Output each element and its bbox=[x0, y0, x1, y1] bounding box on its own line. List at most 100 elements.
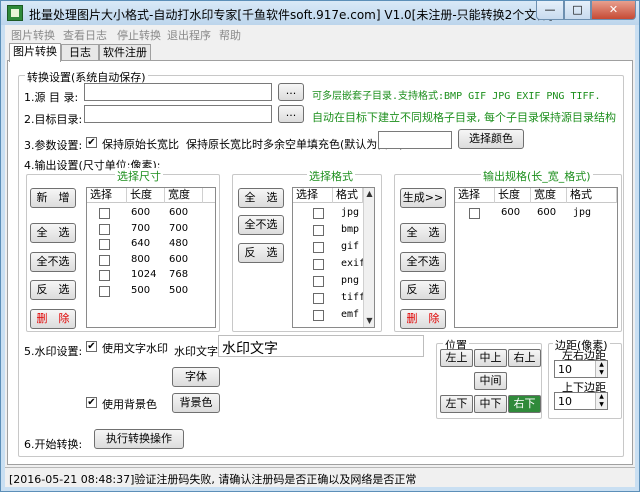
position-bottom-center-button[interactable]: 中下 bbox=[474, 395, 507, 413]
spec-select-all-button[interactable]: 全 选 bbox=[400, 223, 446, 243]
spec-select-none-button[interactable]: 全不选 bbox=[400, 252, 446, 272]
format-row-name: png bbox=[341, 275, 360, 286]
scroll-up-icon[interactable]: ▲ bbox=[364, 188, 374, 199]
bg-color-button[interactable]: 背景色 bbox=[172, 393, 220, 413]
format-list-scrollbar[interactable]: ▲ ▼ bbox=[363, 188, 374, 327]
minimize-button[interactable]: — bbox=[536, 1, 564, 20]
param-settings-label: 3.参数设置: bbox=[24, 139, 83, 152]
spec-col-format[interactable]: 格式 bbox=[567, 188, 617, 203]
format-row-checkbox[interactable] bbox=[313, 310, 324, 321]
format-invert-button[interactable]: 反 选 bbox=[238, 243, 284, 263]
size-select-all-button[interactable]: 全 选 bbox=[30, 223, 76, 243]
size-delete-button[interactable]: 删 除 bbox=[30, 309, 76, 329]
size-col-width[interactable]: 宽度 bbox=[165, 188, 203, 203]
size-row-checkbox[interactable] bbox=[99, 223, 110, 235]
watermark-text-value: 水印文字 bbox=[222, 341, 278, 357]
format-row-checkbox[interactable] bbox=[313, 225, 324, 236]
menu-item-view-log[interactable]: 查看日志 bbox=[63, 27, 107, 43]
size-invert-button[interactable]: 反 选 bbox=[30, 280, 76, 300]
size-row-width: 600 bbox=[169, 207, 189, 218]
position-bottom-right-button[interactable]: 右下 bbox=[508, 395, 541, 413]
size-row-checkbox[interactable] bbox=[99, 285, 110, 297]
format-row-checkbox[interactable] bbox=[313, 293, 324, 304]
spec-group-title: 输出规格(长_宽_格式) bbox=[481, 168, 593, 184]
status-message: [2016-05-21 08:48:37]验证注册码失败, 请确认注册码是否正确… bbox=[9, 473, 417, 486]
use-bg-color-label: 使用背景色 bbox=[102, 398, 157, 411]
spec-col-select[interactable]: 选择 bbox=[455, 188, 495, 203]
watermark-settings-label: 5.水印设置: bbox=[24, 345, 83, 358]
source-dir-hint: 可多层嵌套子目录.支持格式:BMP GIF JPG EXIF PNG TIFF. bbox=[312, 91, 601, 102]
format-row-checkbox[interactable] bbox=[313, 208, 324, 219]
size-row-width: 600 bbox=[169, 253, 189, 265]
size-row-checkbox[interactable] bbox=[99, 254, 110, 266]
client-area: 图片转换 日志 软件注册 转换设置(系统自动保存) 1.源 目 录: ... 可… bbox=[5, 43, 635, 467]
position-bottom-left-button[interactable]: 左下 bbox=[440, 395, 473, 413]
size-row-width: 500 bbox=[169, 284, 189, 296]
spec-col-width[interactable]: 宽度 bbox=[531, 188, 567, 203]
position-top-right-button[interactable]: 右上 bbox=[508, 349, 541, 367]
position-center-button[interactable]: 中间 bbox=[474, 372, 507, 390]
spec-row-checkbox[interactable] bbox=[469, 208, 480, 219]
tab-log[interactable]: 日志 bbox=[61, 44, 99, 61]
app-icon bbox=[7, 5, 23, 21]
size-row-length: 800 bbox=[131, 253, 151, 265]
tb-margin-spinner[interactable]: 10 ▲ ▼ bbox=[554, 392, 608, 410]
position-top-center-button[interactable]: 中上 bbox=[474, 349, 507, 367]
spec-invert-button[interactable]: 反 选 bbox=[400, 280, 446, 300]
fill-color-input[interactable] bbox=[378, 131, 452, 149]
watermark-text-input[interactable]: 水印文字 bbox=[218, 335, 424, 357]
size-list: 选择 长度 宽度 600 600 700 700 640 480 800 600 1024 768… bbox=[86, 187, 216, 328]
position-top-left-button[interactable]: 左上 bbox=[440, 349, 473, 367]
menu-item-stop[interactable]: 停止转换 bbox=[117, 27, 161, 43]
menu-item-convert[interactable]: 图片转换 bbox=[11, 27, 55, 43]
size-row-checkbox[interactable] bbox=[99, 208, 110, 219]
format-select-none-button[interactable]: 全不选 bbox=[238, 215, 284, 235]
menu-item-help[interactable]: 帮助 bbox=[219, 27, 241, 43]
add-size-button[interactable]: 新 增 bbox=[30, 188, 76, 208]
spec-delete-button[interactable]: 删 除 bbox=[400, 309, 446, 329]
source-dir-label: 1.源 目 录: bbox=[24, 91, 79, 104]
tab-register[interactable]: 软件注册 bbox=[99, 44, 151, 61]
run-convert-button[interactable]: 执行转换操作 bbox=[94, 429, 184, 449]
format-col-select[interactable]: 选择 bbox=[293, 188, 333, 203]
use-text-watermark-checkbox[interactable]: ✔ bbox=[86, 341, 97, 352]
format-select-all-button[interactable]: 全 选 bbox=[238, 188, 284, 208]
lr-margin-spinner[interactable]: 10 ▲ ▼ bbox=[554, 360, 608, 378]
scroll-down-icon[interactable]: ▼ bbox=[364, 315, 374, 326]
spin-arrows-icon[interactable]: ▲ ▼ bbox=[595, 361, 607, 377]
size-row-length: 1024 bbox=[131, 269, 157, 280]
size-row-checkbox[interactable] bbox=[99, 270, 110, 281]
start-convert-label: 6.开始转换: bbox=[24, 438, 83, 451]
font-button[interactable]: 字体 bbox=[172, 367, 220, 387]
source-browse-button[interactable]: ... bbox=[278, 83, 304, 101]
menu-item-exit[interactable]: 退出程序 bbox=[167, 27, 211, 43]
spin-arrows-icon[interactable]: ▲ ▼ bbox=[595, 393, 607, 409]
target-browse-button[interactable]: ... bbox=[278, 105, 304, 123]
fill-color-label: 保持原长宽比时多余空单填充色(默认为白色): bbox=[186, 138, 408, 151]
maximize-button[interactable]: □ bbox=[564, 1, 591, 20]
spec-row-format: jpg bbox=[573, 207, 592, 218]
keep-ratio-checkbox[interactable]: ✔ bbox=[86, 137, 97, 148]
generate-spec-button[interactable]: 生成>> bbox=[400, 188, 446, 208]
format-list-header: 选择 格式 bbox=[293, 188, 363, 203]
format-col-format[interactable]: 格式 bbox=[333, 188, 363, 203]
status-bar: [2016-05-21 08:48:37]验证注册码失败, 请确认注册码是否正确… bbox=[5, 467, 635, 487]
format-row-checkbox[interactable] bbox=[313, 242, 324, 253]
source-dir-input[interactable] bbox=[84, 83, 272, 101]
format-row-name: bmp bbox=[341, 224, 360, 235]
choose-color-button[interactable]: 选择颜色 bbox=[458, 129, 524, 149]
target-dir-input[interactable] bbox=[84, 105, 272, 123]
size-col-length[interactable]: 长度 bbox=[127, 188, 165, 203]
format-row-checkbox[interactable] bbox=[313, 259, 324, 270]
size-row-length: 600 bbox=[131, 207, 151, 218]
target-dir-hint: 自动在目标下建立不同规格子目录, 每个子目录保持源目录结构 bbox=[312, 111, 616, 124]
use-bg-color-checkbox[interactable]: ✔ bbox=[86, 397, 97, 408]
size-select-none-button[interactable]: 全不选 bbox=[30, 252, 76, 272]
spec-row-length: 600 bbox=[501, 207, 521, 218]
tab-image-convert[interactable]: 图片转换 bbox=[9, 43, 61, 62]
format-row-checkbox[interactable] bbox=[313, 276, 324, 287]
size-row-checkbox[interactable] bbox=[99, 239, 110, 250]
close-button[interactable]: ✕ bbox=[591, 1, 636, 20]
size-col-select[interactable]: 选择 bbox=[87, 188, 127, 203]
spec-col-length[interactable]: 长度 bbox=[495, 188, 531, 203]
